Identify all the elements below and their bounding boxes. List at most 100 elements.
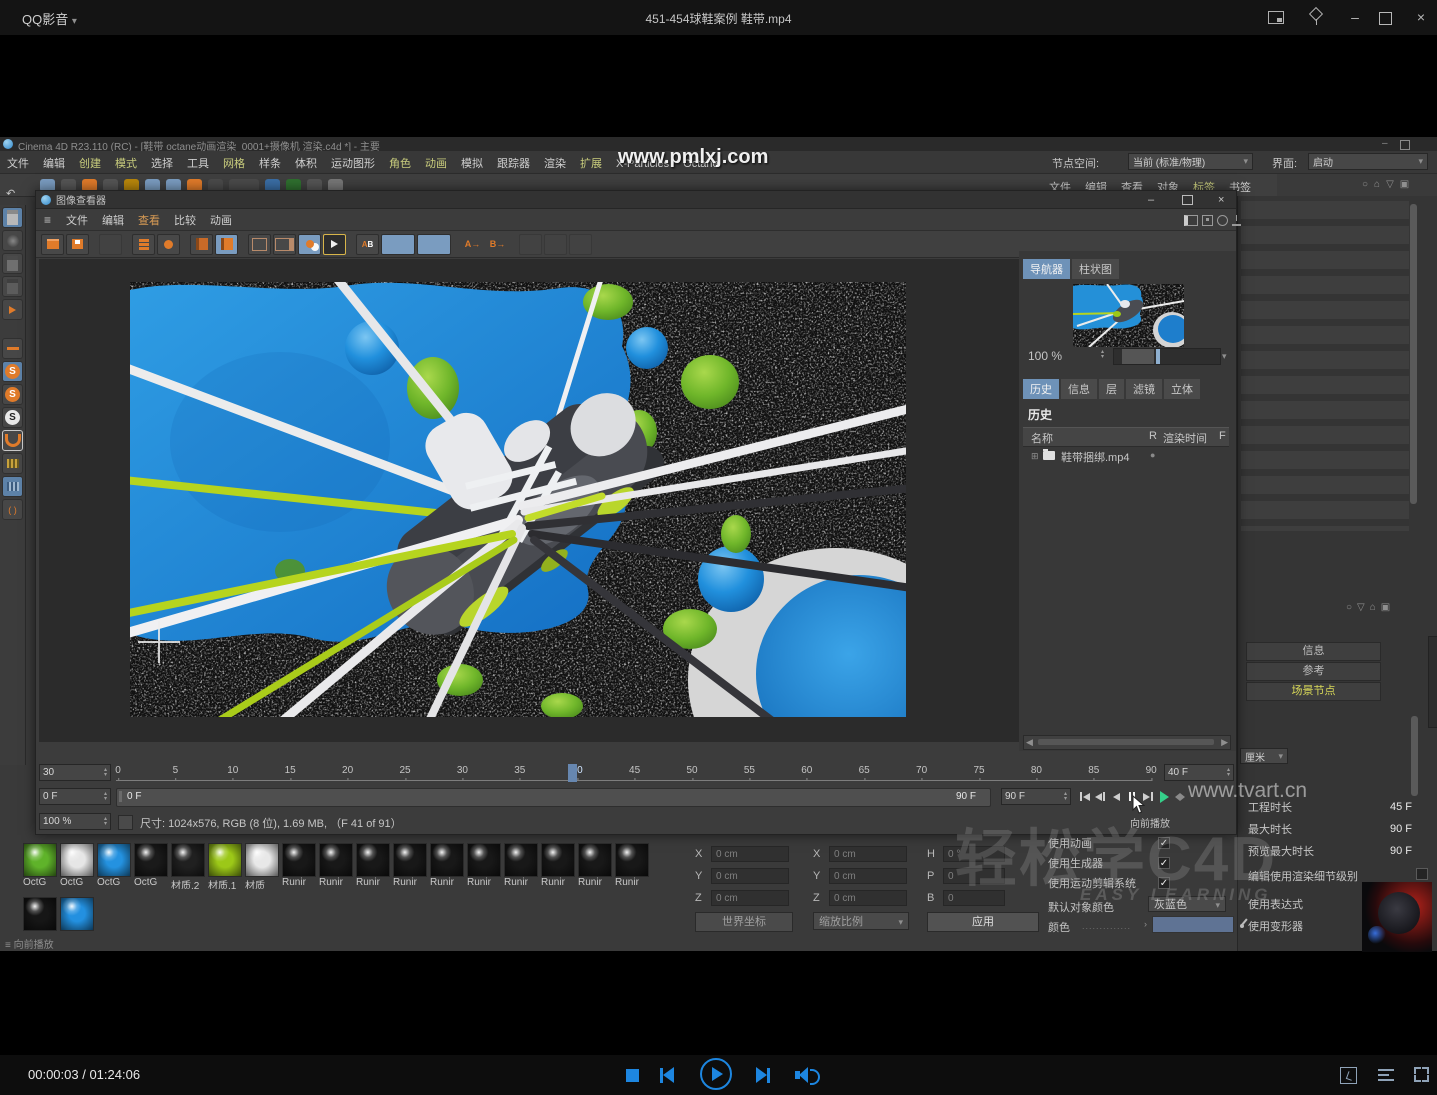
default-color-dropdown[interactable]: 灰蓝色▾ <box>1148 896 1226 912</box>
material-item[interactable]: OctG <box>97 843 132 889</box>
goto-a-icon[interactable]: A→ <box>461 234 484 255</box>
frame-tick[interactable]: 45 <box>629 765 640 776</box>
duration-value[interactable]: 90 F <box>1390 845 1430 857</box>
pv-menu-item[interactable]: 文件 <box>66 212 88 228</box>
open-file-icon[interactable] <box>41 234 64 255</box>
col-render-time[interactable]: 渲染时间 <box>1163 430 1207 446</box>
history-hscrollbar[interactable]: ◀ ▶ <box>1023 735 1231 750</box>
minimize-button[interactable]: – <box>1341 0 1369 35</box>
material-item[interactable]: Runir <box>356 843 391 889</box>
asset-preview-thumbnail[interactable] <box>1362 882 1432 952</box>
close-button[interactable]: × <box>1407 0 1435 35</box>
color-swatch[interactable] <box>1152 916 1234 933</box>
frame-tick[interactable]: 50 <box>686 765 697 776</box>
compare-ab-icon[interactable] <box>273 234 296 255</box>
snapshot-icon[interactable] <box>1340 1067 1357 1084</box>
compare-wipe-icon[interactable] <box>323 234 346 255</box>
material-sphere[interactable] <box>393 843 427 877</box>
frame-tick[interactable]: 0 <box>115 765 121 776</box>
pv-menu-item[interactable]: 比较 <box>174 212 196 228</box>
play-forward-button[interactable] <box>1156 789 1172 804</box>
edges-mode-icon[interactable] <box>2 299 23 320</box>
app-name[interactable]: QQ影音 ▾ <box>22 9 77 28</box>
material-sphere[interactable] <box>282 843 316 877</box>
points-mode-icon[interactable] <box>2 276 23 297</box>
info-tab[interactable]: 历史 <box>1023 379 1059 399</box>
layer-b-icon[interactable] <box>215 234 238 255</box>
lod-checkbox[interactable] <box>1416 868 1428 880</box>
compare-off-icon[interactable] <box>248 234 271 255</box>
material-item[interactable] <box>23 897 58 931</box>
range-start-field[interactable]: 0 F▴▾ <box>39 788 111 805</box>
pv-menu-item[interactable]: 编辑 <box>102 212 124 228</box>
material-item[interactable] <box>60 897 95 931</box>
material-item[interactable]: OctG <box>23 843 58 889</box>
material-item[interactable]: Runir <box>504 843 539 889</box>
search-icon[interactable]: ○ <box>1346 602 1357 613</box>
menu-item[interactable]: 网格 <box>223 155 245 171</box>
home-icon[interactable]: ⌂ <box>1370 602 1381 613</box>
nav-tab[interactable]: 柱状图 <box>1072 259 1119 279</box>
material-item[interactable]: Runir <box>615 843 650 889</box>
save-file-icon[interactable] <box>66 234 89 255</box>
material-item[interactable]: OctG <box>60 843 95 889</box>
enable-axis-icon[interactable] <box>2 338 23 359</box>
pv-maximize-icon[interactable] <box>1182 195 1193 205</box>
menu-item[interactable]: 扩展 <box>580 155 602 171</box>
frame-tick[interactable]: 65 <box>859 765 870 776</box>
search-icon[interactable]: ○ <box>1362 179 1374 190</box>
frame-tick[interactable]: 70 <box>916 765 927 776</box>
set-b-panel-icon[interactable] <box>417 234 451 255</box>
interface-dropdown[interactable]: 启动▾ <box>1308 153 1428 170</box>
zoom-tool-icon[interactable] <box>157 234 180 255</box>
material-sphere[interactable] <box>319 843 353 877</box>
scroll-right-icon[interactable]: ▶ <box>1221 737 1228 748</box>
material-item[interactable]: 材质.1 <box>208 843 243 889</box>
material-item[interactable]: Runir <box>467 843 502 889</box>
menu-item[interactable]: Octane <box>683 158 718 170</box>
material-item[interactable]: Runir <box>578 843 613 889</box>
material-item[interactable]: 材质 <box>245 843 280 889</box>
material-sphere[interactable] <box>60 897 94 931</box>
menu-item[interactable]: 模拟 <box>461 155 483 171</box>
material-item[interactable]: OctG <box>134 843 169 889</box>
workplane-icon[interactable] <box>2 253 23 274</box>
anchor-icon[interactable] <box>1232 215 1241 226</box>
compare-split-icon[interactable] <box>298 234 321 255</box>
hamburger-icon[interactable]: ≡ <box>44 213 51 227</box>
material-sphere[interactable] <box>467 843 501 877</box>
info-tab[interactable]: 滤镜 <box>1126 379 1162 399</box>
float-icon[interactable] <box>1202 215 1213 226</box>
texture-mode-icon[interactable] <box>2 230 23 251</box>
play-button[interactable] <box>700 1058 732 1090</box>
preview-range-bar[interactable]: 0 F 90 F <box>116 788 991 807</box>
menu-item[interactable]: 编辑 <box>43 155 65 171</box>
snap-s2-icon[interactable]: S <box>2 384 23 405</box>
mesh-gray-icon[interactable]: ( ) <box>2 499 23 520</box>
snap-s1-icon[interactable]: S <box>2 361 23 382</box>
current-frame-field[interactable]: 40 F▴▾ <box>1164 764 1234 781</box>
range-grip[interactable] <box>119 791 122 802</box>
material-sphere[interactable] <box>208 843 242 877</box>
material-item[interactable]: Runir <box>282 843 317 889</box>
mini-mode-icon[interactable] <box>1268 11 1284 24</box>
stop-button[interactable] <box>626 1069 639 1082</box>
next-button[interactable] <box>756 1067 770 1083</box>
frame-tick[interactable]: 80 <box>1031 765 1042 776</box>
menu-item[interactable]: 模式 <box>115 155 137 171</box>
goto-b-icon[interactable]: B→ <box>486 234 509 255</box>
viewer-zoom-field[interactable]: 100 %▴▾ <box>39 813 111 830</box>
material-sphere[interactable] <box>245 843 279 877</box>
frame-tick[interactable]: 20 <box>342 765 353 776</box>
attribute-scrollbar[interactable] <box>1410 204 1417 504</box>
frame-tick[interactable]: 75 <box>973 765 984 776</box>
menu-item[interactable]: 样条 <box>259 155 281 171</box>
dock-left-icon[interactable] <box>1184 215 1198 226</box>
coord-field[interactable]: 0 cm <box>829 846 907 862</box>
col-r[interactable]: R <box>1149 430 1157 442</box>
c4d-minimize-icon[interactable]: – <box>1382 138 1388 149</box>
current-frame-marker[interactable] <box>568 764 577 782</box>
material-sphere[interactable] <box>578 843 612 877</box>
play-backward-button[interactable] <box>1108 789 1124 804</box>
grid-icon[interactable]: ▣ <box>1381 602 1395 613</box>
